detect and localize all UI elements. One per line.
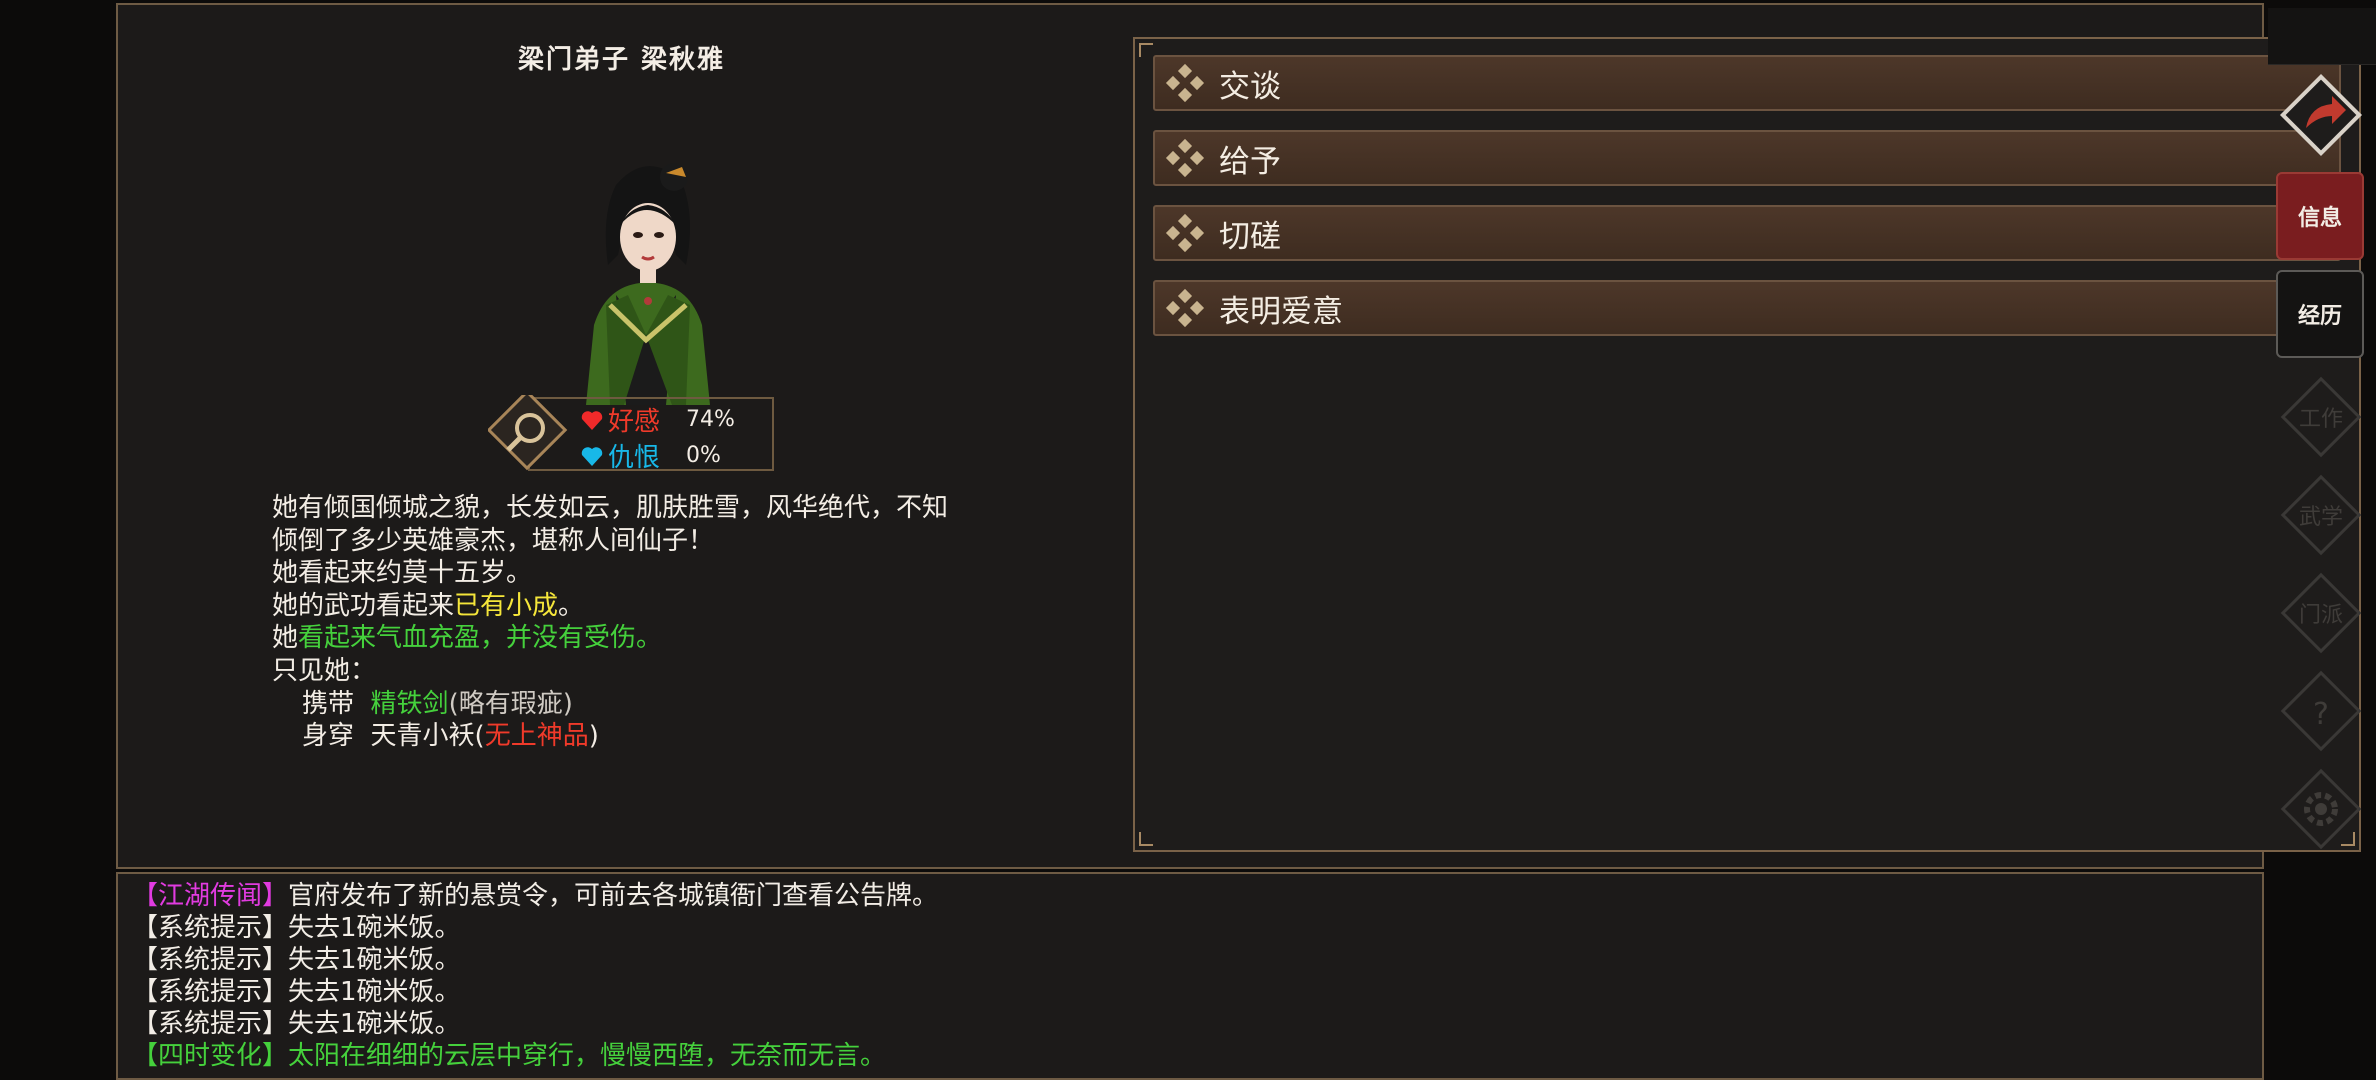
carry-label: 携带: [302, 688, 355, 719]
log-tag: 【系统提示】: [132, 913, 289, 943]
martial-suffix: 。: [558, 590, 585, 621]
diamond-icon: [1165, 213, 1205, 253]
desc-line: 只见她：: [272, 655, 377, 686]
log-tag: 【江湖传闻】: [132, 881, 289, 911]
npc-title: 梁门弟子 梁秋雅: [518, 45, 726, 75]
log-text: 官府发布了新的悬赏令，可前去各城镇衙门查看公告牌。: [288, 881, 939, 911]
diamond-icon: [1165, 288, 1205, 328]
log-line: 【系统提示】失去1碗米饭。: [132, 944, 938, 976]
log-line: 【四时变化】太阳在细细的云层中穿行，慢慢西堕，无奈而无言。: [132, 1040, 938, 1072]
back-button[interactable]: [2276, 70, 2366, 160]
martial-prefix: 她的武功看起来: [272, 590, 455, 621]
carry-line: 携带 精铁剑(略有瑕疵): [272, 688, 948, 721]
carry-item[interactable]: 精铁剑: [371, 689, 449, 719]
affection-label: 好感: [608, 407, 661, 437]
confess-label: 表明爱意: [1219, 293, 1343, 330]
affection-value: 74%: [686, 407, 735, 432]
heart-blue-icon: [581, 446, 603, 466]
npc-description: 她有倾国倾城之貌，长发如云，肌肤胜雪，风华绝代，不知 倾倒了多少英雄豪杰，堪称人…: [272, 492, 948, 753]
carry-condition: (略有瑕疵): [448, 688, 573, 719]
martial-label: 武学: [2299, 505, 2343, 530]
health-line: 她看起来气血充盈，并没有受伤。: [272, 622, 948, 655]
log-text: 失去1碗米饭。: [288, 1009, 461, 1039]
relationship-box: 好感 74% 仇恨 0%: [486, 389, 776, 474]
hatred-label: 仇恨: [608, 443, 661, 473]
info-tab[interactable]: 信息: [2276, 172, 2364, 260]
wear-close: ): [588, 721, 599, 752]
log-line: 【江湖传闻】官府发布了新的悬赏令，可前去各城镇衙门查看公告牌。: [132, 880, 938, 912]
log-tag: 【四时变化】: [132, 1041, 289, 1071]
desc-line: 倾倒了多少英雄豪杰，堪称人间仙子！: [272, 525, 715, 556]
wear-quality: 无上神品: [484, 721, 589, 752]
confess-button[interactable]: 表明爱意: [1153, 280, 2341, 336]
gear-icon: [2280, 768, 2362, 850]
log-tag: 【系统提示】: [132, 945, 289, 975]
give-button[interactable]: 给予: [1153, 130, 2341, 186]
diamond-icon: [1165, 138, 1205, 178]
talk-label: 交谈: [1219, 68, 1281, 105]
log-tag: 【系统提示】: [132, 977, 289, 1007]
log-line: 【系统提示】失去1碗米饭。: [132, 976, 938, 1008]
log-text: 失去1碗米饭。: [288, 945, 461, 975]
hatred-row: 仇恨 0%: [580, 437, 721, 474]
help-button[interactable]: ?: [2276, 666, 2366, 756]
affection-row: 好感 74%: [580, 401, 735, 438]
npc-portrait: [546, 155, 746, 405]
log-line: 【系统提示】失去1碗米饭。: [132, 1008, 938, 1040]
magnifier-icon[interactable]: [486, 389, 570, 473]
martial-level: 已有小成: [454, 590, 559, 621]
side-header: [2268, 8, 2376, 65]
spar-label: 切磋: [1219, 218, 1281, 255]
work-tab[interactable]: 工作: [2276, 372, 2366, 462]
npc-info-panel: 梁门弟子 梁秋雅 好感 74% 仇恨 0% 她有倾国倾城之貌，长发如云，肌肤胜雪…: [116, 3, 2361, 869]
history-tab[interactable]: 经历: [2276, 270, 2364, 358]
martial-tab[interactable]: 武学: [2276, 470, 2366, 560]
desc-line: 她看起来约莫十五岁。: [272, 558, 533, 589]
diamond-icon: [1165, 63, 1205, 103]
give-label: 给予: [1219, 143, 1281, 180]
wear-label: 身穿: [302, 721, 355, 752]
log-text: 失去1碗米饭。: [288, 977, 461, 1007]
message-log[interactable]: 【江湖传闻】官府发布了新的悬赏令，可前去各城镇衙门查看公告牌。 【系统提示】失去…: [116, 872, 2264, 1080]
heart-red-icon: [581, 410, 603, 430]
log-tag: 【系统提示】: [132, 1009, 289, 1039]
help-icon: ?: [2313, 697, 2329, 732]
spar-button[interactable]: 切磋: [1153, 205, 2341, 261]
hatred-value: 0%: [686, 443, 721, 468]
talk-button[interactable]: 交谈: [1153, 55, 2341, 111]
wear-item[interactable]: 天青小袄(: [371, 721, 485, 751]
sect-label: 门派: [2299, 603, 2343, 628]
health-status: 看起来气血充盈，并没有受伤。: [298, 623, 663, 654]
log-text: 失去1碗米饭。: [288, 913, 461, 943]
back-arrow-icon: [2279, 73, 2363, 157]
desc-line: 她有倾国倾城之貌，长发如云，肌肤胜雪，风华绝代，不知: [272, 493, 949, 523]
log-line: 【系统提示】失去1碗米饭。: [132, 912, 938, 944]
sect-tab[interactable]: 门派: [2276, 568, 2366, 658]
martial-line: 她的武功看起来已有小成。: [272, 590, 948, 623]
settings-button[interactable]: [2276, 764, 2366, 854]
action-panel: 交谈 给予 切磋 表明爱意: [1133, 37, 2361, 852]
wear-line: 身穿 天青小袄(无上神品): [272, 720, 948, 753]
work-label: 工作: [2299, 407, 2343, 432]
log-text: 太阳在细细的云层中穿行，慢慢西堕，无奈而无言。: [288, 1041, 887, 1071]
health-prefix: 她: [272, 623, 299, 654]
